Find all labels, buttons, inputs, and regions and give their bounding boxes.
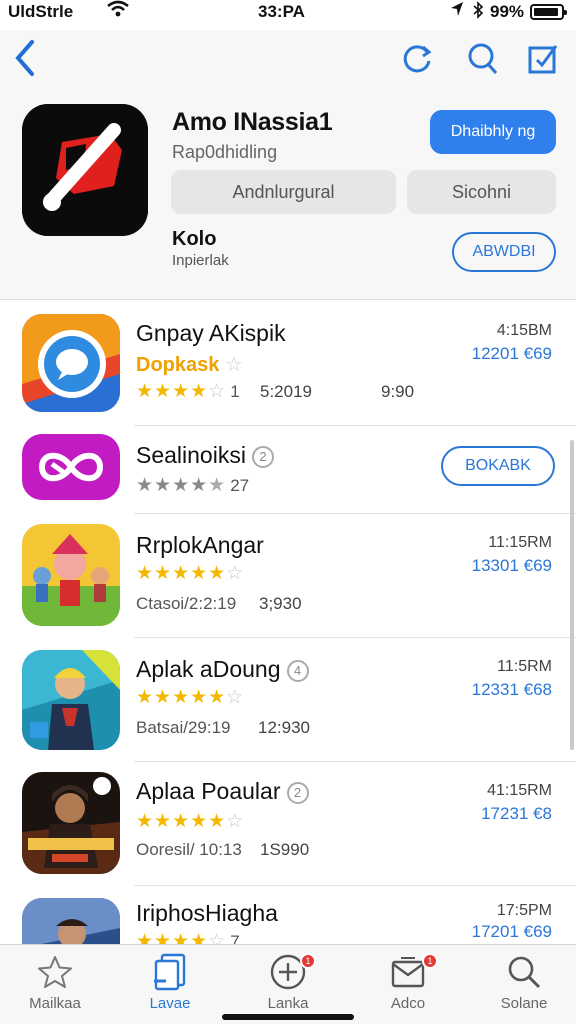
info-badge: 2 — [251, 445, 274, 468]
app-size: 3;930 — [259, 594, 302, 613]
star-rating: ★★★★★☆ — [136, 563, 245, 584]
hero-sublabel: Inpierlak — [172, 252, 229, 269]
app-title: Sealinoiksi 2 — [136, 442, 274, 469]
tab-label: Adco — [390, 995, 426, 1012]
rating-count: 7 — [230, 932, 240, 944]
app-date: Batsai/29:19 — [136, 718, 231, 737]
notification-badge: 1 — [300, 953, 316, 969]
app-size: 1S990 — [260, 840, 310, 859]
location-icon — [450, 1, 464, 22]
bluetooth-icon — [472, 1, 484, 24]
tab-label: Lavae — [149, 995, 191, 1012]
home-indicator — [222, 1014, 354, 1020]
star-rating: ★★★★★ 27 — [136, 475, 250, 496]
app-date: Ctasoi/2:2:19 — [136, 594, 237, 613]
app-title: Gnpay AKispik — [136, 320, 286, 346]
search-icon — [474, 951, 574, 993]
status-bar: UldStrle 33:PA 99% — [0, 0, 576, 26]
app-thumbnail-cartoon — [22, 524, 120, 626]
tab-bar: Mailkaa Lavae 1 Lanka 1 Adco Solane — [0, 944, 576, 1024]
app-time: 11:5RM — [497, 658, 552, 675]
app-price[interactable]: 17231 €8 — [481, 804, 552, 824]
info-badge: 2 — [286, 781, 309, 804]
list-item[interactable]: Aplak aDoung 4 ★★★★★☆ Batsai/29:19 12:930… — [0, 638, 576, 762]
hero-label: Kolo — [172, 228, 217, 250]
star-icon — [5, 951, 105, 993]
app-category: Dopkask ☆ — [136, 352, 243, 377]
app-store-screen: UldStrle 33:PA 99% Amo INassia1 Rap0dhid… — [0, 0, 576, 1024]
app-time: 11:15RM — [488, 534, 552, 551]
app-price[interactable]: 12201 €69 — [472, 344, 552, 364]
app-date: 5:2019 — [260, 382, 312, 401]
battery-percent: 99% — [490, 2, 525, 21]
primary-action-button[interactable]: Dhaibhly ng — [430, 110, 556, 154]
app-size: 9:90 — [381, 382, 415, 401]
app-thumbnail-warrior — [22, 772, 120, 874]
refresh-icon[interactable] — [400, 42, 434, 76]
app-thumbnail-chat — [22, 314, 120, 412]
chevron-left-icon[interactable] — [12, 38, 38, 85]
secondary-pill[interactable]: Sicohni — [407, 170, 556, 214]
list-item[interactable]: RrplokAngar ★★★★★☆ Ctasoi/2:2:19 3;930 1… — [0, 514, 576, 638]
get-button[interactable]: BOKABK — [441, 446, 555, 486]
app-date: Ooresil/ 10:13 — [136, 840, 242, 859]
search-icon[interactable] — [466, 42, 500, 76]
app-title: RrplokAngar — [136, 532, 264, 558]
star-rating: ★★★★☆ 1 — [136, 381, 240, 402]
notification-badge: 1 — [422, 953, 438, 969]
edit-icon[interactable] — [526, 42, 560, 76]
mail-icon: 1 — [358, 951, 458, 993]
tab-search[interactable]: Solane — [474, 951, 574, 1012]
app-time: 4:15BM — [496, 322, 552, 339]
wifi-icon — [107, 0, 129, 23]
app-title-label: Aplaa Poaular — [136, 778, 281, 804]
rating-count: 27 — [230, 476, 250, 495]
star-rating: ★★★★★☆ — [136, 811, 245, 832]
info-badge: 4 — [286, 659, 309, 682]
app-size: 12:930 — [258, 718, 310, 737]
tab-featured[interactable]: Mailkaa — [5, 951, 105, 1012]
star-rating: ★★★★★☆ — [136, 687, 245, 708]
star-rating: ★★★★☆ 7 — [136, 930, 240, 944]
battery-icon — [530, 4, 567, 20]
app-title: IriphosHiagha — [136, 900, 278, 926]
app-time: 41:15RM — [487, 782, 552, 799]
category-pill[interactable]: Andnlurgural — [171, 170, 396, 214]
featured-app-icon[interactable] — [22, 104, 148, 236]
app-title-label: Aplak aDoung — [136, 656, 281, 682]
app-title: Aplaa Poaular 2 — [136, 778, 309, 805]
documents-icon — [120, 951, 220, 993]
carrier-label: UldStrle — [8, 2, 74, 21]
list-item[interactable]: IriphosHiagha ★★★★☆ 7 17:5PM 17201 €69 — [0, 886, 576, 944]
list-item[interactable]: Gnpay AKispik Dopkask ☆ ★★★★☆ 1 5:2019 9:… — [0, 302, 576, 426]
list-item[interactable]: Aplaa Poaular 2 ★★★★★☆ Ooresil/ 10:13 1S9… — [0, 762, 576, 886]
app-category-label: Dopkask — [136, 354, 220, 376]
tab-label: Mailkaa — [29, 995, 81, 1012]
featured-app-subtitle: Rap0dhidling — [172, 142, 278, 162]
outline-action-button[interactable]: ABWDBI — [452, 232, 556, 272]
app-title-label: Sealinoiksi — [136, 442, 246, 468]
list-item[interactable]: Sealinoiksi 2 ★★★★★ 27 BOKABK — [0, 426, 576, 514]
scrollbar[interactable] — [570, 440, 574, 750]
tab-label: Solane — [500, 995, 548, 1012]
app-thumbnail-infinity — [22, 434, 120, 500]
rating-count: 1 — [230, 382, 240, 401]
tab-mail[interactable]: 1 Adco — [358, 951, 458, 1012]
app-price[interactable]: 17201 €69 — [472, 922, 552, 942]
app-time: 17:5PM — [496, 902, 552, 919]
app-title: Aplak aDoung 4 — [136, 656, 309, 683]
star-outline-icon: ☆ — [219, 354, 243, 376]
add-circle-icon: 1 — [238, 951, 338, 993]
app-thumbnail-hero — [22, 650, 120, 750]
tab-add[interactable]: 1 Lanka — [238, 951, 338, 1012]
tab-documents[interactable]: Lavae — [120, 951, 220, 1012]
nav-bar — [0, 30, 576, 90]
app-price[interactable]: 12331 €68 — [472, 680, 552, 700]
tab-label: Lanka — [267, 995, 309, 1012]
featured-app-title: Amo INassia1 — [172, 108, 333, 136]
featured-app-header: Amo INassia1 Rap0dhidling Dhaibhly ng An… — [0, 90, 576, 300]
clock: 33:PA — [258, 2, 305, 21]
app-price[interactable]: 13301 €69 — [472, 556, 552, 576]
app-thumbnail-portrait — [22, 898, 120, 944]
